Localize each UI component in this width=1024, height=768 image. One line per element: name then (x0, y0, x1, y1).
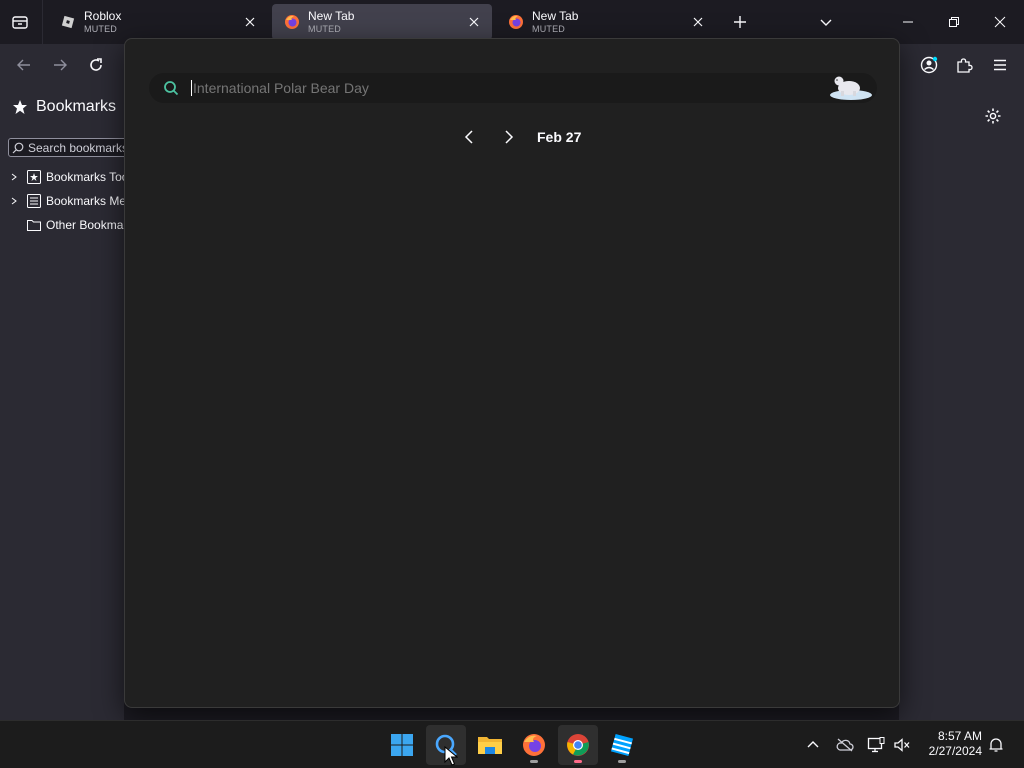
tab-close-button[interactable] (242, 14, 258, 30)
star-icon (13, 100, 27, 114)
notifications-button[interactable] (986, 735, 1006, 755)
search-highlight-date: Feb 27 (537, 129, 582, 145)
hamburger-menu-icon (994, 59, 1006, 71)
volume-muted-icon (894, 738, 910, 752)
forward-button[interactable] (48, 53, 72, 77)
gear-icon (985, 108, 1001, 124)
chrome-icon (567, 734, 589, 756)
cloud-offline-icon (836, 738, 854, 752)
tab-muted-label: MUTED (308, 24, 341, 34)
folder-icon (26, 217, 42, 233)
tab-new-tab-active[interactable]: New Tab MUTED (272, 4, 492, 40)
clock-time: 8:57 AM (937, 729, 982, 743)
reload-icon (90, 58, 102, 71)
search-icon (12, 142, 24, 153)
app-menu-button[interactable] (989, 54, 1011, 76)
bookmarks-menu-icon (26, 193, 42, 209)
account-icon (920, 56, 938, 74)
file-explorer-icon (478, 737, 502, 754)
running-indicator (574, 760, 582, 763)
reload-button[interactable] (84, 53, 108, 77)
show-hidden-icons-button[interactable] (803, 735, 823, 755)
system-clock[interactable]: 8:57 AM 2/27/2024 (918, 729, 982, 759)
network-icon (867, 737, 885, 753)
firefox-icon (285, 15, 299, 29)
tab-divider (42, 0, 43, 44)
search-icon (164, 81, 179, 96)
sidebar-search-field[interactable]: Search bookmarks (8, 138, 138, 157)
forward-arrow-icon (54, 59, 67, 71)
chevron-down-icon (820, 19, 832, 26)
list-all-tabs-button[interactable] (816, 12, 836, 32)
roblox-studio-taskbar-button[interactable] (602, 725, 642, 765)
firefox-icon (509, 15, 523, 29)
windows-taskbar: 8:57 AM 2/27/2024 (0, 720, 1024, 768)
extensions-button[interactable] (953, 54, 975, 76)
tab-roblox[interactable]: Roblox MUTED (48, 4, 268, 40)
firefox-view-button[interactable] (8, 10, 32, 34)
firefox-view-icon (12, 16, 28, 29)
minimize-button[interactable] (898, 12, 918, 32)
running-indicator (618, 760, 626, 763)
previous-day-button[interactable] (459, 127, 479, 147)
account-button[interactable] (918, 54, 940, 76)
start-icon (391, 734, 413, 756)
date-navigation: Feb 27 (459, 127, 581, 147)
chrome-taskbar-button[interactable] (558, 725, 598, 765)
file-explorer-button[interactable] (470, 725, 510, 765)
tab-muted-label: MUTED (532, 24, 565, 34)
tab-title: New Tab (308, 9, 355, 23)
volume-tray-button[interactable] (892, 735, 912, 755)
search-input[interactable] (192, 80, 792, 96)
restore-icon (949, 17, 959, 27)
puzzle-icon (957, 58, 973, 73)
firefox-icon (523, 734, 545, 756)
tab-title: Roblox (84, 9, 122, 23)
close-icon (469, 17, 479, 27)
chevron-right-icon[interactable] (8, 195, 20, 207)
next-day-button[interactable] (499, 127, 519, 147)
firefox-taskbar-button[interactable] (514, 725, 554, 765)
tab-muted-label: MUTED (84, 24, 117, 34)
bell-icon (989, 738, 1003, 752)
settings-button[interactable] (983, 106, 1003, 126)
sidebar-item-bookmarks-menu[interactable]: Bookmarks Menu (8, 191, 139, 211)
back-arrow-icon (17, 59, 30, 71)
bookmarks-toolbar-icon (26, 169, 42, 185)
chevron-right-icon (505, 130, 514, 144)
minimize-icon (903, 21, 913, 23)
mouse-cursor-icon (444, 746, 458, 766)
sidebar-header[interactable]: Bookmarks (12, 98, 116, 116)
tab-close-button[interactable] (466, 14, 482, 30)
clock-date: 2/27/2024 (928, 744, 982, 758)
roblox-studio-icon (610, 733, 634, 757)
close-icon (245, 17, 255, 27)
bookmarks-sidebar: Bookmarks Search bookmarks Bookmarks Too… (0, 86, 149, 720)
tab-new-tab[interactable]: New Tab MUTED (496, 4, 716, 40)
windows-search-panel: Feb 27 (124, 38, 900, 708)
tab-title: New Tab (532, 9, 579, 23)
running-indicator (530, 760, 538, 763)
chevron-right-icon[interactable] (8, 171, 20, 183)
restore-button[interactable] (944, 12, 964, 32)
chevron-up-icon (807, 741, 819, 748)
chevron-left-icon (464, 130, 473, 144)
onedrive-tray-button[interactable] (835, 735, 855, 755)
close-window-button[interactable] (990, 12, 1010, 32)
polar-bear-highlight-icon (830, 76, 872, 100)
roblox-icon (61, 15, 75, 29)
back-button[interactable] (12, 53, 36, 77)
network-tray-button[interactable] (866, 735, 886, 755)
sidebar-search-placeholder: Search bookmarks (28, 140, 129, 155)
plus-icon (734, 16, 746, 28)
search-box[interactable] (149, 73, 877, 103)
sidebar-item-other-bookmarks[interactable]: Other Bookmarks (8, 215, 139, 235)
close-icon (693, 17, 703, 27)
tab-close-button[interactable] (690, 14, 706, 30)
page-content-right (899, 86, 1024, 720)
sidebar-title: Bookmarks (36, 98, 117, 115)
start-button[interactable] (382, 725, 422, 765)
new-tab-button[interactable] (730, 12, 750, 32)
close-icon (994, 16, 1006, 28)
